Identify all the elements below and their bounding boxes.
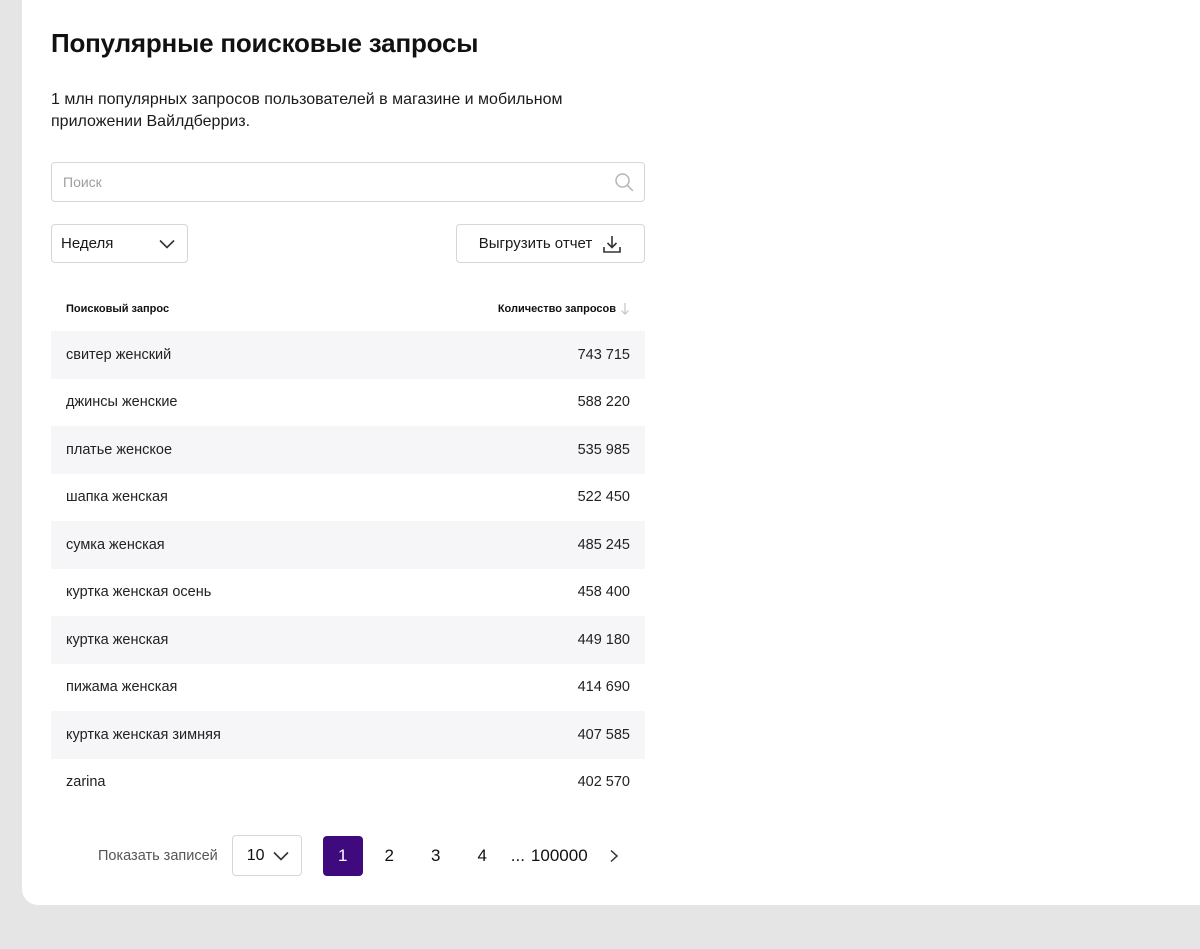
page-button-2[interactable]: 2 xyxy=(369,836,409,876)
page-subtitle: 1 млн популярных запросов пользователей … xyxy=(51,91,563,130)
page-title: Популярные поисковые запросы xyxy=(51,28,479,58)
table-row: свитер женский 743 715 xyxy=(51,331,645,379)
column-header-count-label: Количество запросов xyxy=(497,303,616,315)
row-count: 458 400 xyxy=(577,584,630,601)
row-query: zarina xyxy=(66,774,106,791)
table-body: свитер женский 743 715 джинсы женские 58… xyxy=(51,331,645,806)
chevron-down-icon xyxy=(159,239,175,249)
export-report-button[interactable]: Выгрузить отчет xyxy=(456,224,645,263)
row-query: шапка женская xyxy=(66,489,168,506)
table-row: джинсы женские 588 220 xyxy=(51,379,645,427)
search-input[interactable] xyxy=(52,163,592,201)
page-button-last[interactable]: 100000 xyxy=(531,846,588,866)
row-count: 407 585 xyxy=(577,726,630,743)
pagination-ellipsis: ... xyxy=(510,845,525,865)
table-row: куртка женская 449 180 xyxy=(51,616,645,664)
page-size-label: Показать записей xyxy=(98,847,218,864)
page-button-4[interactable]: 4 xyxy=(462,836,502,876)
row-query: платье женское xyxy=(66,441,173,458)
sort-arrow-down-icon xyxy=(621,303,629,315)
table-row: куртка женская зимняя 407 585 xyxy=(51,711,645,759)
column-header-count[interactable]: Количество запросов xyxy=(498,302,630,316)
chevron-right-icon[interactable] xyxy=(608,848,620,864)
row-count: 743 715 xyxy=(577,346,630,363)
page-button-3[interactable]: 3 xyxy=(416,836,456,876)
row-count: 414 690 xyxy=(577,679,630,696)
row-count: 449 180 xyxy=(577,631,630,648)
pagination: Показать записей 10 1 2 3 4 ... 100000 xyxy=(98,835,620,876)
row-query: джинсы женские xyxy=(66,394,178,411)
table-row: куртка женская осень 458 400 xyxy=(51,569,645,617)
export-report-label: Выгрузить отчет xyxy=(478,235,593,252)
row-count: 485 245 xyxy=(577,536,630,553)
column-header-query: Поисковый запрос xyxy=(66,303,170,315)
table-row: zarina 402 570 xyxy=(51,759,645,807)
search-box xyxy=(51,162,645,202)
row-query: свитер женский xyxy=(66,346,172,363)
row-query: сумка женская xyxy=(66,536,165,553)
row-query: куртка женская зимняя xyxy=(66,726,221,743)
table-row: пижама женская 414 690 xyxy=(51,664,645,712)
search-icon[interactable] xyxy=(614,172,634,192)
period-select[interactable]: Неделя xyxy=(51,224,188,263)
table-row: сумка женская 485 245 xyxy=(51,521,645,569)
table-header: Поисковый запрос Количество запросов xyxy=(51,296,645,322)
row-query: пижама женская xyxy=(66,679,178,696)
table-row: платье женское 535 985 xyxy=(51,426,645,474)
page-button-1[interactable]: 1 xyxy=(322,835,363,876)
chevron-down-icon xyxy=(273,851,289,861)
table-row: шапка женская 522 450 xyxy=(51,474,645,522)
row-query: куртка женская xyxy=(66,631,169,648)
row-query: куртка женская осень xyxy=(66,584,212,601)
period-select-value: Неделя xyxy=(61,235,114,252)
row-count: 535 985 xyxy=(577,441,630,458)
row-count: 522 450 xyxy=(577,489,630,506)
row-count: 588 220 xyxy=(577,394,630,411)
download-icon xyxy=(603,235,622,253)
row-count: 402 570 xyxy=(577,774,630,791)
page-size-value: 10 xyxy=(246,846,265,864)
page-size-select[interactable]: 10 xyxy=(231,835,302,876)
